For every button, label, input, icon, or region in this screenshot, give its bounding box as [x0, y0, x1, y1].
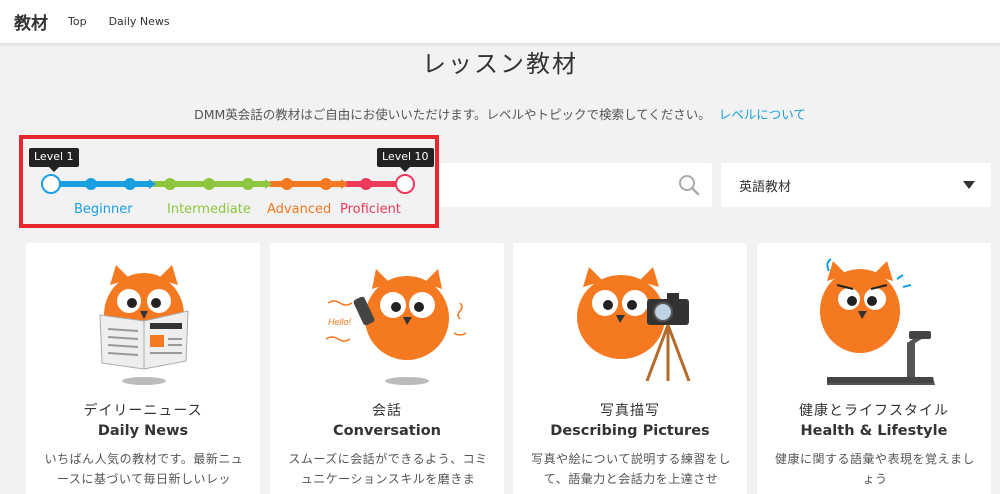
category-select[interactable]: 英語教材	[721, 163, 991, 207]
level-dot-2	[85, 178, 97, 190]
page-title: レッスン教材	[422, 50, 578, 78]
search-icon[interactable]	[678, 174, 700, 196]
svg-text:Hello!: Hello!	[328, 317, 352, 327]
nav-link-daily-news[interactable]: Daily News	[109, 15, 170, 28]
material-card-describing-pictures[interactable]: 写真描写 Describing Pictures 写真や絵について説明する練習を…	[513, 243, 747, 494]
intro-text: DMM英会話の教材はご自由にお使いいただけます。レベルやトピックで検索してくださ…	[0, 104, 1000, 123]
level-label-beginner: Beginner	[74, 202, 133, 217]
material-card-daily-news[interactable]: デイリーニュース Daily News いちばん人気の教材です。最新ニュースに基…	[26, 243, 260, 494]
level-dot-4	[164, 178, 176, 190]
level-filter[interactable]: Level 1 Level 10 Beginner Intermediate A…	[19, 135, 439, 228]
card-title-jp: 健康とライフスタイル	[799, 403, 949, 419]
card-description: いちばん人気の教材です。最新ニュースに基づいて毎日新しいレッ	[44, 452, 244, 486]
card-description: 健康に関する語彙や表現を覚えましょう	[774, 452, 975, 486]
card-title-jp: デイリーニュース	[83, 403, 203, 419]
level-dot-9	[360, 178, 372, 190]
top-bar: 教材 Top Daily News	[0, 0, 1000, 43]
brand-title[interactable]: 教材	[14, 9, 48, 34]
material-card-health-lifestyle[interactable]: 健康とライフスタイル Health & Lifestyle 健康に関する語彙や表…	[757, 243, 991, 494]
level-dot-3	[124, 178, 136, 190]
chevron-down-icon	[963, 181, 975, 189]
search-input[interactable]	[440, 163, 712, 207]
level-label-proficient: Proficient	[340, 202, 401, 217]
card-title-en: Describing Pictures	[550, 423, 710, 439]
level-max-handle[interactable]	[395, 174, 415, 194]
level-dot-6	[242, 178, 254, 190]
card-title-en: Daily News	[97, 423, 189, 439]
material-card-conversation[interactable]: Hello! 会話 Conversation スムーズに会話ができるよう、コミュ…	[270, 243, 504, 494]
level-min-tooltip: Level 1	[29, 148, 79, 172]
owl-phone-icon: Hello!	[325, 269, 467, 385]
intro-description: DMM英会話の教材はご自由にお使いいただけます。レベルやトピックで検索してくださ…	[194, 107, 711, 122]
owl-camera-icon	[577, 267, 691, 382]
level-min-handle[interactable]	[41, 174, 61, 194]
category-select-value: 英語教材	[739, 179, 792, 195]
card-title-en: Health & Lifestyle	[800, 423, 948, 439]
level-dot-8	[320, 178, 332, 190]
level-dot-7	[281, 178, 293, 190]
level-label-advanced: Advanced	[267, 202, 332, 217]
owl-newspaper-icon	[99, 265, 189, 385]
level-max-tooltip: Level 10	[377, 148, 434, 172]
card-title-jp: 会話	[372, 403, 402, 419]
card-description: 写真や絵について説明する練習をして、語彙力と会話力を上達させ	[531, 452, 731, 486]
card-description: スムーズに会話ができるよう、コミュニケーションスキルを磨きま	[288, 452, 488, 486]
level-dot-5	[203, 178, 215, 190]
nav-link-top[interactable]: Top	[68, 15, 87, 28]
card-title-en: Conversation	[333, 423, 441, 439]
owl-treadmill-icon	[820, 258, 935, 385]
card-title-jp: 写真描写	[600, 403, 660, 419]
level-info-link[interactable]: レベルについて	[719, 107, 806, 122]
level-label-intermediate: Intermediate	[167, 202, 251, 217]
